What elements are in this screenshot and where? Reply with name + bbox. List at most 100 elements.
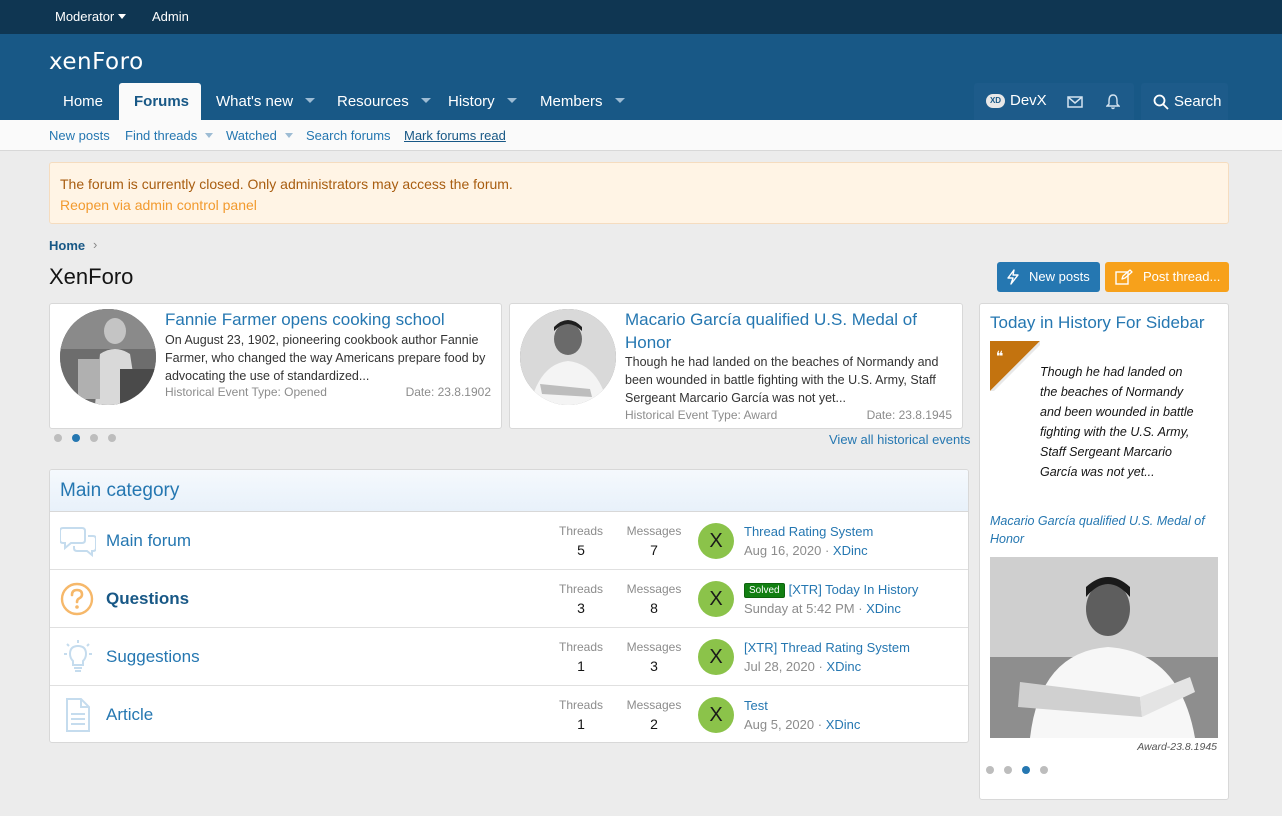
messages-stat: Messages 8 bbox=[626, 582, 682, 616]
chat-bubbles-icon bbox=[60, 527, 96, 558]
caret-down-icon bbox=[118, 14, 127, 19]
history-card-title[interactable]: Macario García qualified U.S. Medal of H… bbox=[625, 308, 955, 354]
reopen-link[interactable]: Reopen via admin control panel bbox=[60, 197, 257, 213]
avatar[interactable]: X bbox=[698, 639, 734, 675]
new-posts-button[interactable]: New posts bbox=[997, 262, 1100, 292]
last-post-title[interactable]: Solved [XTR] Today In History bbox=[744, 582, 918, 598]
bell-icon[interactable] bbox=[1106, 94, 1120, 110]
macario-garcia-photo bbox=[520, 309, 616, 405]
threads-stat: Threads 3 bbox=[558, 582, 604, 616]
subnav-mark-read[interactable]: Mark forums read bbox=[404, 128, 506, 143]
solved-badge: Solved bbox=[744, 583, 785, 598]
last-post-meta: Jul 28, 2020 · XDinc bbox=[744, 659, 862, 674]
slider-dot[interactable] bbox=[1004, 766, 1012, 774]
slider-dot[interactable] bbox=[986, 766, 994, 774]
subnav-search-forums[interactable]: Search forums bbox=[306, 128, 391, 143]
slider-dot[interactable] bbox=[54, 434, 62, 442]
forum-title-link[interactable]: Suggestions bbox=[106, 647, 200, 667]
breadcrumb-home[interactable]: Home bbox=[49, 238, 85, 253]
last-post-title[interactable]: [XTR] Thread Rating System bbox=[744, 640, 910, 655]
forum-title-link[interactable]: Questions bbox=[106, 589, 189, 609]
slider-dot[interactable] bbox=[1040, 766, 1048, 774]
history-sidebar: Today in History For Sidebar ❝ Though he… bbox=[979, 303, 1229, 800]
search-button[interactable]: Search bbox=[1141, 83, 1228, 120]
slider-dot[interactable] bbox=[108, 434, 116, 442]
sidebar-event-photo[interactable] bbox=[990, 557, 1218, 738]
last-post-title[interactable]: Thread Rating System bbox=[744, 524, 873, 539]
subnav-watched[interactable]: Watched bbox=[226, 128, 293, 143]
tab-home[interactable]: Home bbox=[49, 83, 117, 120]
forum-row: Questions Threads 3 Messages 8 X Solved [XT… bbox=[50, 570, 968, 628]
history-card-title[interactable]: Fannie Farmer opens cooking school bbox=[165, 308, 495, 331]
threads-stat: Threads 1 bbox=[558, 698, 604, 732]
svg-text:❝: ❝ bbox=[996, 349, 1004, 365]
document-icon bbox=[66, 698, 90, 732]
slider-dot-active[interactable] bbox=[72, 434, 80, 442]
last-post-user[interactable]: XDinc bbox=[826, 717, 861, 732]
closed-notice: The forum is currently closed. Only admi… bbox=[49, 162, 1229, 224]
site-header: xenForo Home Forums What's new Resources… bbox=[0, 34, 1282, 120]
history-card-date: Date: 23.8.1945 bbox=[866, 408, 952, 422]
last-post-meta: Aug 5, 2020 · XDinc bbox=[744, 717, 861, 732]
post-thread-button[interactable]: Post thread... bbox=[1105, 262, 1229, 292]
category-title[interactable]: Main category bbox=[50, 470, 968, 512]
moderator-menu[interactable]: Moderator bbox=[55, 9, 127, 24]
chevron-down-icon[interactable] bbox=[506, 98, 517, 103]
chevron-down-icon[interactable] bbox=[420, 98, 431, 103]
envelope-icon[interactable] bbox=[1067, 96, 1083, 108]
history-card[interactable]: Macario García qualified U.S. Medal of H… bbox=[509, 303, 963, 429]
forum-row: Suggestions Threads 1 Messages 3 X [XTR] T… bbox=[50, 628, 968, 686]
chevron-down-icon[interactable] bbox=[284, 133, 293, 138]
slider-dot[interactable] bbox=[90, 434, 98, 442]
subnav-find-threads[interactable]: Find threads bbox=[125, 128, 214, 143]
history-card-date: Date: 23.8.1902 bbox=[405, 385, 491, 399]
notice-text: The forum is currently closed. Only admi… bbox=[60, 176, 513, 192]
sidebar-event-link[interactable]: Macario García qualified U.S. Medal of H… bbox=[990, 512, 1220, 548]
macario-garcia-photo bbox=[990, 557, 1218, 738]
tab-whats-new[interactable]: What's new bbox=[202, 83, 329, 120]
new-posts-label: New posts bbox=[1029, 269, 1090, 284]
page-title: XenForo bbox=[49, 264, 134, 289]
chevron-down-icon[interactable] bbox=[305, 98, 316, 103]
chevron-right-icon: › bbox=[93, 237, 98, 252]
forum-title-link[interactable]: Main forum bbox=[106, 531, 191, 551]
last-post-meta: Sunday at 5:42 PM · XDinc bbox=[744, 601, 901, 616]
bolt-icon bbox=[1007, 269, 1019, 285]
lightbulb-icon bbox=[64, 640, 92, 672]
forum-title-link[interactable]: Article bbox=[106, 705, 153, 725]
site-logo[interactable]: xenForo bbox=[49, 49, 144, 75]
staff-bar: Moderator Admin bbox=[0, 0, 1282, 34]
chevron-down-icon[interactable] bbox=[205, 133, 214, 138]
tab-resources[interactable]: Resources bbox=[323, 83, 445, 120]
tab-members[interactable]: Members bbox=[526, 83, 639, 120]
subnav-new-posts[interactable]: New posts bbox=[49, 128, 110, 143]
forum-row: Main forum Threads 5 Messages 7 X Thread R… bbox=[50, 512, 968, 570]
user-name-link[interactable]: DevX bbox=[1010, 92, 1047, 109]
forum-row: Article Threads 1 Messages 2 X Test Aug 5,… bbox=[50, 686, 968, 742]
forum-category-block: Main category Main forum Threads 5 Messag… bbox=[49, 469, 969, 743]
search-label: Search bbox=[1174, 93, 1222, 110]
tab-forums[interactable]: Forums bbox=[119, 83, 201, 120]
messages-stat: Messages 7 bbox=[626, 524, 682, 558]
threads-stat: Threads 1 bbox=[558, 640, 604, 674]
history-photo bbox=[60, 309, 156, 405]
tab-history[interactable]: History bbox=[434, 83, 531, 120]
user-avatar-icon[interactable]: XD bbox=[986, 94, 1005, 108]
history-card-type: Historical Event Type: Award bbox=[625, 408, 778, 422]
avatar[interactable]: X bbox=[698, 581, 734, 617]
admin-link[interactable]: Admin bbox=[152, 9, 189, 24]
avatar[interactable]: X bbox=[698, 697, 734, 733]
sub-navigation: New posts Find threads Watched Search fo… bbox=[0, 120, 1282, 151]
history-photo bbox=[520, 309, 616, 405]
last-post-user[interactable]: XDinc bbox=[866, 601, 901, 616]
last-post-title[interactable]: Test bbox=[744, 698, 768, 713]
history-card[interactable]: Fannie Farmer opens cooking school On Au… bbox=[49, 303, 502, 429]
sidebar-quote: Though he had landed on the beaches of N… bbox=[1040, 365, 1194, 479]
last-post-user[interactable]: XDinc bbox=[833, 543, 868, 558]
last-post-user[interactable]: XDinc bbox=[826, 659, 861, 674]
view-all-events-link[interactable]: View all historical events bbox=[829, 432, 970, 447]
post-thread-label: Post thread... bbox=[1143, 269, 1221, 284]
avatar[interactable]: X bbox=[698, 523, 734, 559]
slider-dot-active[interactable] bbox=[1022, 766, 1030, 774]
chevron-down-icon[interactable] bbox=[614, 98, 625, 103]
